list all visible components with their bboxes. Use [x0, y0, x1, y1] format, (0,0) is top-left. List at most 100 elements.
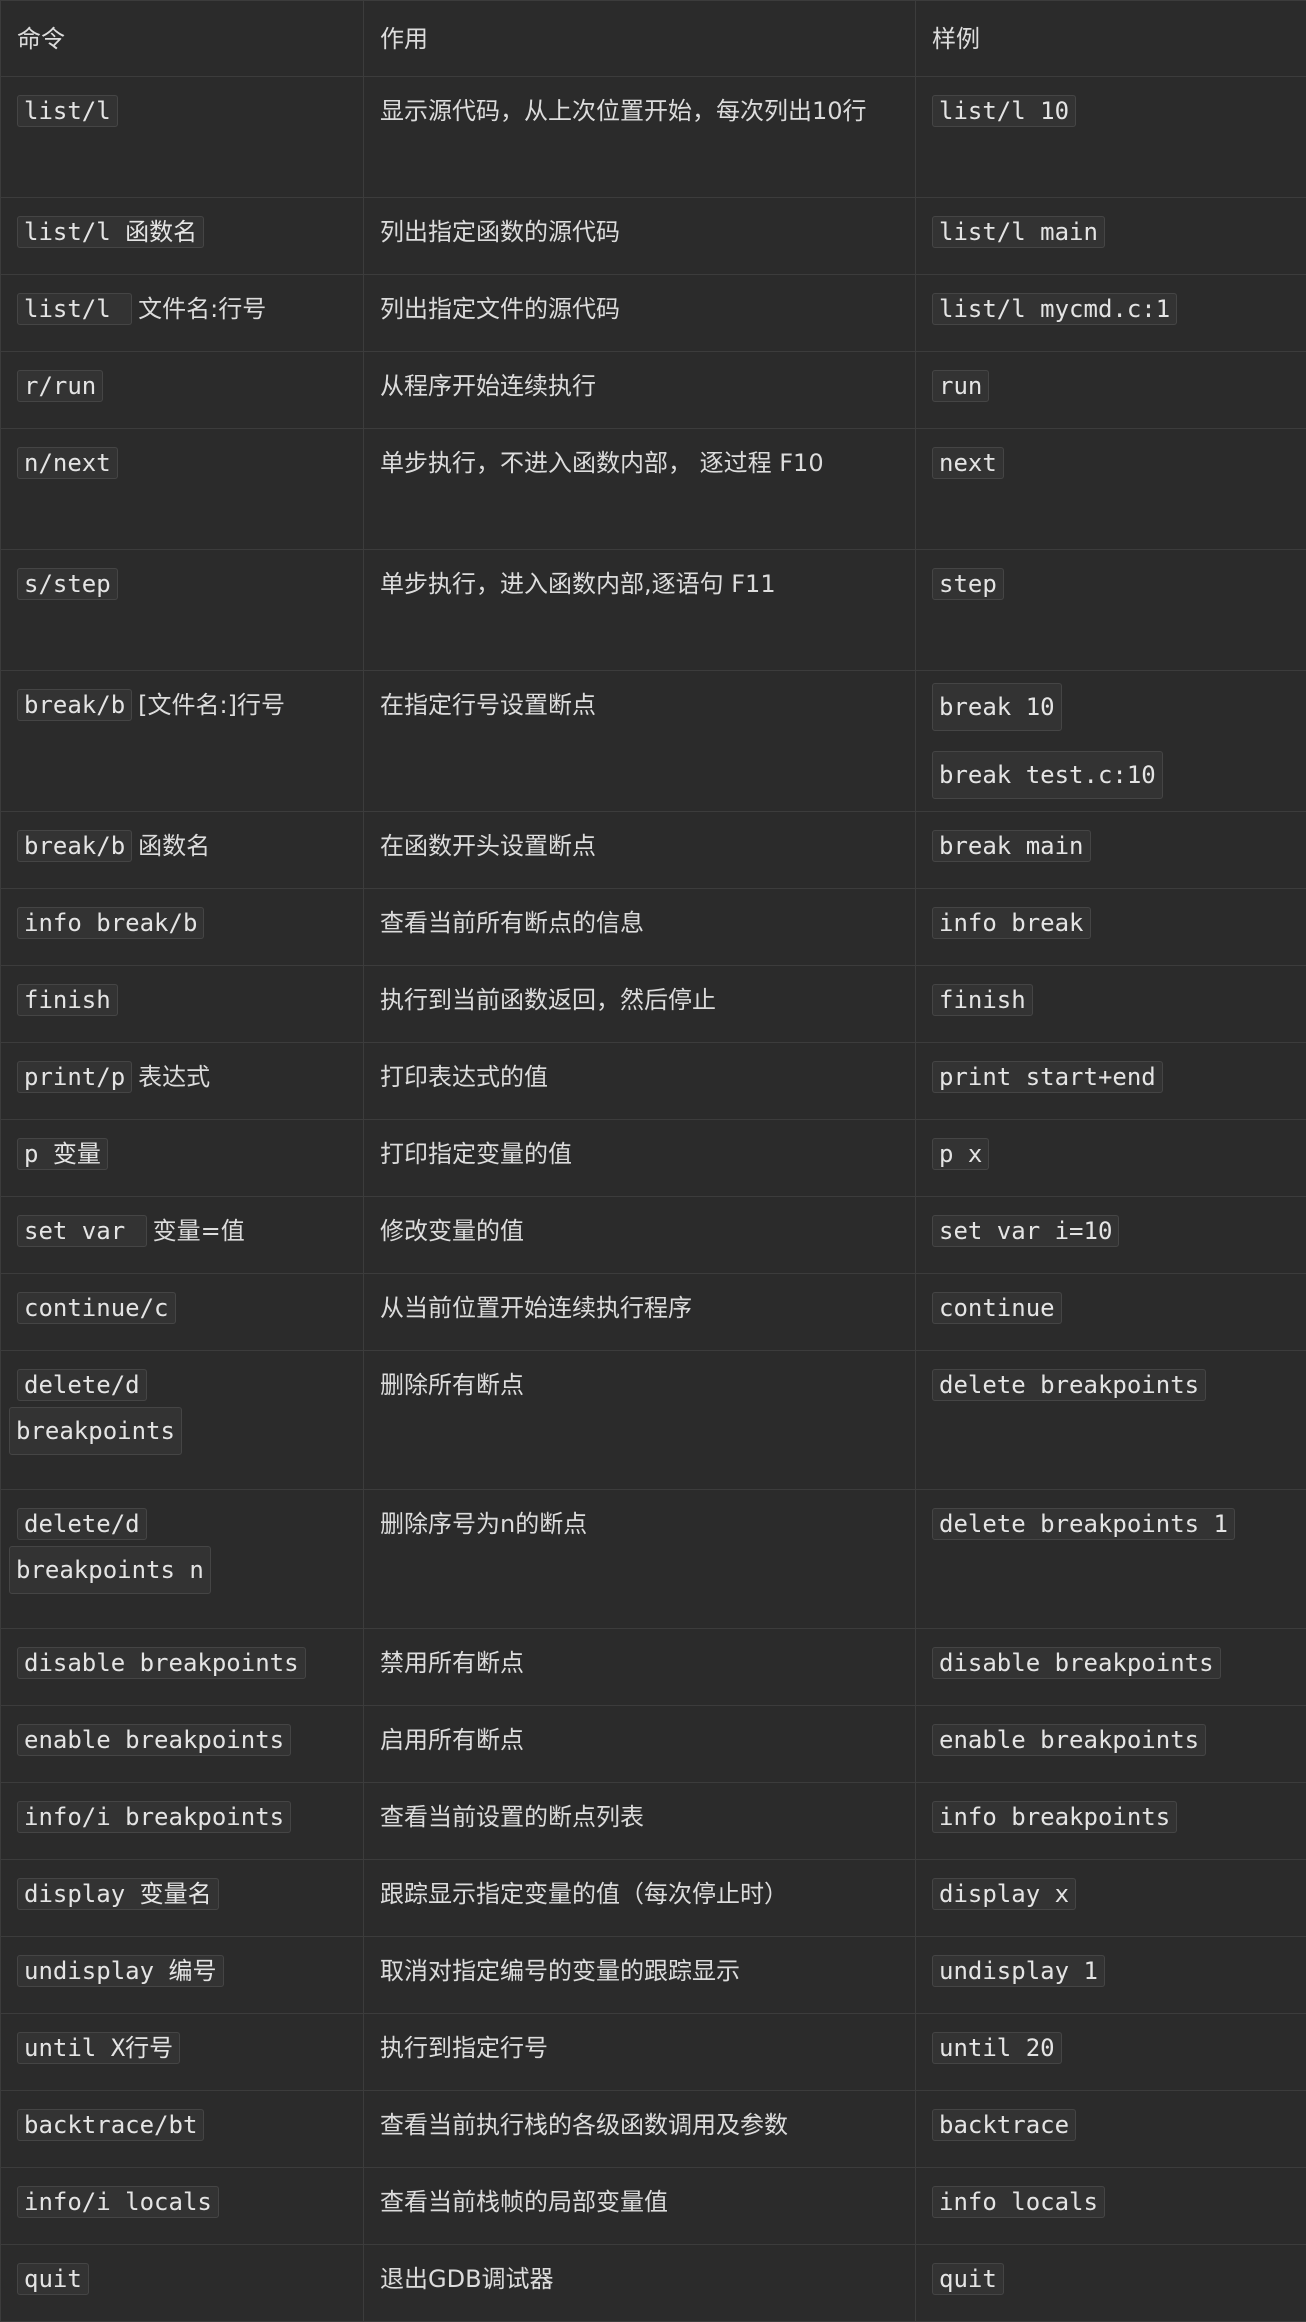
command-code: disable breakpoints: [17, 1647, 306, 1679]
table-row: print/p表达式 打印表达式的值print start+end: [1, 1043, 1306, 1120]
command-code: break/b: [17, 830, 132, 862]
example-code: enable breakpoints: [932, 1724, 1206, 1756]
command-code: p 变量: [17, 1138, 108, 1170]
command-argument: 表达式: [138, 1063, 210, 1091]
description-cell: 执行到指定行号: [364, 2014, 916, 2091]
command-cell: set var 变量=值: [1, 1197, 364, 1274]
description-cell: 启用所有断点: [364, 1706, 916, 1783]
command-code: enable breakpoints: [17, 1724, 291, 1756]
table-row: p 变量打印指定变量的值p x: [1, 1120, 1306, 1197]
command-cell: list/l: [1, 77, 364, 198]
command-code: info break/b: [17, 907, 204, 939]
example-cell: backtrace: [916, 2091, 1306, 2168]
description-cell: 执行到当前函数返回，然后停止: [364, 966, 916, 1043]
command-cell: continue/c: [1, 1274, 364, 1351]
example-cell: quit: [916, 2245, 1306, 2322]
example-code: display x: [932, 1878, 1076, 1910]
command-code: list/l: [17, 293, 132, 325]
command-cell: r/run: [1, 352, 364, 429]
example-code: list/l mycmd.c:1: [932, 293, 1177, 325]
example-cell: undisplay 1: [916, 1937, 1306, 2014]
header-command: 命令: [1, 1, 364, 77]
example-code: delete breakpoints 1: [932, 1508, 1235, 1540]
description-cell: 删除序号为n的断点: [364, 1490, 916, 1629]
example-cell: break main: [916, 812, 1306, 889]
command-code: backtrace/bt: [17, 2109, 204, 2141]
example-code: info locals: [932, 2186, 1105, 2218]
description-cell: 在函数开头设置断点: [364, 812, 916, 889]
description-cell: 显示源代码，从上次位置开始，每次列出10行: [364, 77, 916, 198]
example-cell: list/l 10: [916, 77, 1306, 198]
example-cell: step: [916, 550, 1306, 671]
example-code: step: [932, 568, 1004, 600]
command-code: n/next: [17, 447, 118, 479]
command-code-continuation: breakpoints n: [9, 1546, 211, 1594]
table-row: delete/dbreakpoints删除所有断点delete breakpoi…: [1, 1351, 1306, 1490]
description-cell: 查看当前执行栈的各级函数调用及参数: [364, 2091, 916, 2168]
table-row: quit 退出GDB调试器 quit: [1, 2245, 1306, 2322]
table-row: s/step单步执行，进入函数内部,逐语句 F11step: [1, 550, 1306, 671]
command-cell: break/b函数名: [1, 812, 364, 889]
description-cell: 从程序开始连续执行: [364, 352, 916, 429]
description-cell: 从当前位置开始连续执行程序: [364, 1274, 916, 1351]
command-cell: n/next: [1, 429, 364, 550]
table-row: break/b[文件名:]行号在指定行号设置断点break 10break te…: [1, 671, 1306, 812]
description-cell: 查看当前所有断点的信息: [364, 889, 916, 966]
example-cell: delete breakpoints 1: [916, 1490, 1306, 1629]
command-cell: enable breakpoints: [1, 1706, 364, 1783]
command-cell: display 变量名: [1, 1860, 364, 1937]
command-code: info/i locals: [17, 2186, 219, 2218]
example-code: quit: [932, 2263, 1004, 2295]
description-cell: 取消对指定编号的变量的跟踪显示: [364, 1937, 916, 2014]
command-cell: s/step: [1, 550, 364, 671]
description-cell: 打印表达式的值: [364, 1043, 916, 1120]
example-cell: list/l mycmd.c:1: [916, 275, 1306, 352]
example-code: info breakpoints: [932, 1801, 1177, 1833]
description-cell: 列出指定文件的源代码: [364, 275, 916, 352]
command-code: quit: [17, 2263, 89, 2295]
command-code: print/p: [17, 1061, 132, 1093]
command-code: display 变量名: [17, 1878, 219, 1910]
example-cell: continue: [916, 1274, 1306, 1351]
command-cell: list/l 文件名:行号: [1, 275, 364, 352]
command-code: delete/d: [17, 1508, 147, 1540]
example-code: run: [932, 370, 989, 402]
example-code: continue: [932, 1292, 1062, 1324]
command-cell: backtrace/bt: [1, 2091, 364, 2168]
table-row: finish执行到当前函数返回，然后停止finish: [1, 966, 1306, 1043]
description-cell: 查看当前栈帧的局部变量值: [364, 2168, 916, 2245]
example-cell: list/l main: [916, 198, 1306, 275]
header-example: 样例: [916, 1, 1306, 77]
command-code: break/b: [17, 689, 132, 721]
example-cell: set var i=10: [916, 1197, 1306, 1274]
table-row: continue/c从当前位置开始连续执行程序 continue: [1, 1274, 1306, 1351]
command-code: s/step: [17, 568, 118, 600]
command-code: finish: [17, 984, 118, 1016]
example-cell: until 20: [916, 2014, 1306, 2091]
command-argument: 函数名: [138, 832, 210, 860]
description-cell: 单步执行，不进入函数内部， 逐过程 F10: [364, 429, 916, 550]
example-code: disable breakpoints: [932, 1647, 1221, 1679]
example-code: until 20: [932, 2032, 1062, 2064]
table-row: n/next单步执行，不进入函数内部， 逐过程 F10next: [1, 429, 1306, 550]
example-code: backtrace: [932, 2109, 1076, 2141]
example-code: list/l 10: [932, 95, 1076, 127]
table-row: until X行号执行到指定行号until 20: [1, 2014, 1306, 2091]
example-cell: print start+end: [916, 1043, 1306, 1120]
example-cell: disable breakpoints: [916, 1629, 1306, 1706]
table-row: list/l显示源代码，从上次位置开始，每次列出10行 list/l 10: [1, 77, 1306, 198]
command-cell: disable breakpoints: [1, 1629, 364, 1706]
command-cell: info/i locals: [1, 2168, 364, 2245]
command-code: list/l 函数名: [17, 216, 204, 248]
example-cell: run: [916, 352, 1306, 429]
table-row: disable breakpoints禁用所有断点disable breakpo…: [1, 1629, 1306, 1706]
description-cell: 删除所有断点: [364, 1351, 916, 1490]
description-cell: 退出GDB调试器: [364, 2245, 916, 2322]
command-code: undisplay 编号: [17, 1955, 224, 1987]
command-cell: finish: [1, 966, 364, 1043]
example-cell: display x: [916, 1860, 1306, 1937]
example-code: break 10: [932, 683, 1062, 731]
command-argument: [文件名:]行号: [138, 691, 285, 719]
example-cell: enable breakpoints: [916, 1706, 1306, 1783]
command-cell: break/b[文件名:]行号: [1, 671, 364, 812]
